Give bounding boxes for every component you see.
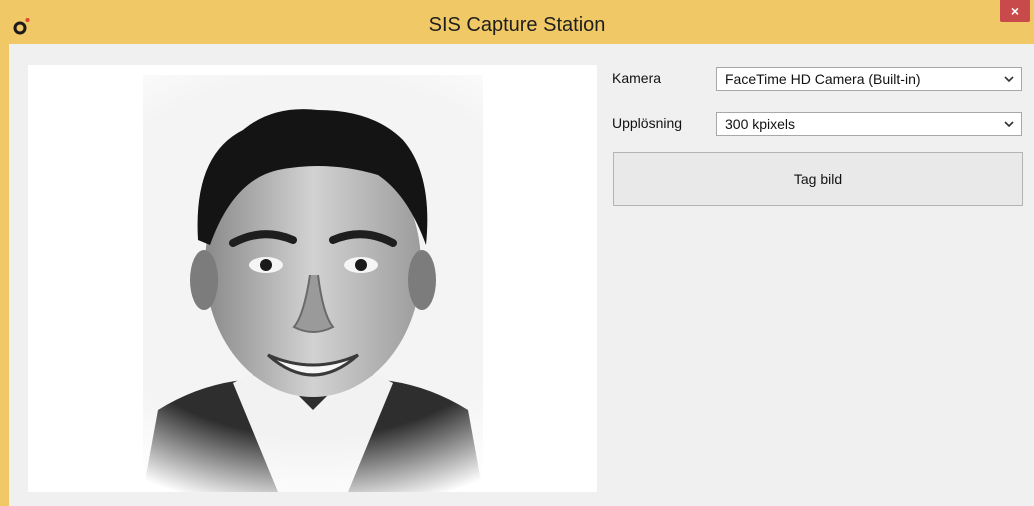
resolution-label: Upplösning — [612, 115, 683, 131]
camera-preview — [28, 65, 597, 492]
camera-select[interactable]: FaceTime HD Camera (Built-in) — [716, 67, 1022, 91]
camera-select-value: FaceTime HD Camera (Built-in) — [725, 71, 921, 87]
camera-label: Kamera — [612, 70, 662, 86]
chevron-down-icon — [1004, 76, 1014, 83]
resolution-select[interactable]: 300 kpixels — [716, 112, 1022, 136]
captured-photo — [28, 65, 597, 492]
app-window: SIS Capture Station × Kamera FaceTime HD… — [0, 0, 1034, 506]
title-bar[interactable]: SIS Capture Station × — [0, 0, 1034, 44]
close-button[interactable]: × — [1000, 0, 1030, 22]
chevron-down-icon — [1004, 121, 1014, 128]
resolution-select-value: 300 kpixels — [725, 116, 796, 132]
window-title: SIS Capture Station — [428, 14, 606, 36]
capture-button[interactable]: Tag bild — [613, 152, 1023, 206]
